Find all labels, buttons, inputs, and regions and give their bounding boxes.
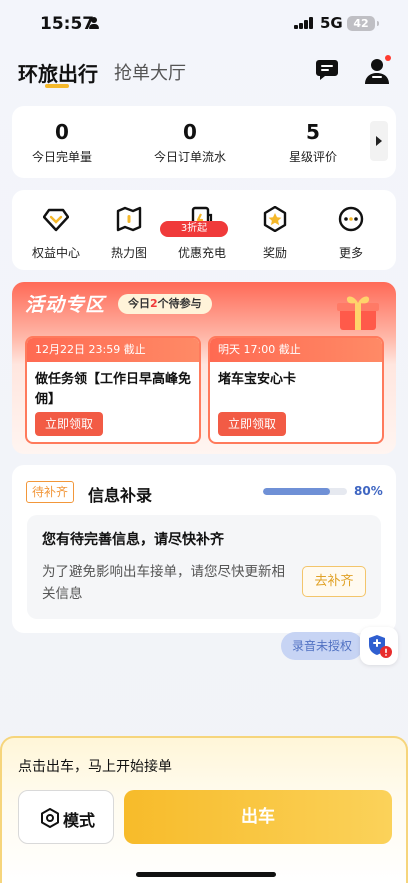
info-notice-box: 您有待完善信息，请尽快补齐 为了避免影响出车接单，请您尽快更新相关信息 去补齐 xyxy=(27,515,381,619)
stat-label: 星级评价 xyxy=(288,150,337,164)
func-label: 更多 xyxy=(338,246,363,260)
map-icon xyxy=(116,206,142,232)
stat-value: 5 xyxy=(306,120,320,144)
stat-label: 今日完单量 xyxy=(31,150,92,164)
activity-title: 活动专区 xyxy=(25,294,106,316)
func-label: 优惠充电 xyxy=(177,246,226,260)
network-label: 5G xyxy=(320,14,343,32)
home-indicator xyxy=(136,872,276,877)
promo-card-task[interactable]: 12月22日 23:59 截止 做任务领【工作日早高峰免佣】 立即领取 xyxy=(25,336,201,444)
info-notice-title: 您有待完善信息，请尽快补齐 xyxy=(42,532,224,548)
pill-prefix: 今日 xyxy=(128,297,150,310)
activity-section: 活动专区 今日2个待参与 12月22日 23:59 截止 做任务领【工作日早高峰… xyxy=(12,282,396,454)
notification-dot xyxy=(385,55,391,61)
shield-alert-icon xyxy=(369,635,392,658)
complete-info-button[interactable]: 去补齐 xyxy=(302,566,366,597)
charging-discount-badge: 3折起 xyxy=(160,221,228,237)
start-hint: 点击出车，马上开始接单 xyxy=(18,759,172,775)
gift-icon xyxy=(337,296,379,330)
tab-order-hall[interactable]: 抢单大厅 xyxy=(114,59,186,85)
diamond-icon xyxy=(42,208,70,232)
tab-underline xyxy=(45,84,69,88)
mode-button[interactable]: 模式 xyxy=(18,790,114,844)
stat-value: 0 xyxy=(183,120,197,144)
signal-icon xyxy=(294,17,314,29)
go-online-button[interactable]: 出车 xyxy=(124,790,392,844)
info-progress-bar xyxy=(263,488,347,495)
star-badge-icon xyxy=(263,205,287,233)
stat-value: 0 xyxy=(55,120,69,144)
promo-title: 做任务领【工作日早高峰免佣】 xyxy=(35,372,192,407)
user-icon[interactable] xyxy=(365,58,389,84)
stats-more-arrow-icon[interactable] xyxy=(370,121,388,161)
info-title: 信息补录 xyxy=(88,486,153,505)
stat-order-revenue[interactable]: 0 今日订单流水 xyxy=(150,120,230,165)
progress-text: 80% xyxy=(354,484,383,498)
pending-tag: 待补齐 xyxy=(26,481,75,503)
activity-pending-pill[interactable]: 今日2个待参与 xyxy=(118,294,212,314)
info-notice-body: 为了避免影响出车接单，请您尽快更新相关信息 xyxy=(42,564,285,602)
promo-card-traffic[interactable]: 明天 17:00 截止 堵车宝安心卡 立即领取 xyxy=(208,336,384,444)
more-icon xyxy=(338,206,364,232)
progress-fill xyxy=(263,488,331,495)
func-heatmap[interactable]: 热力图 xyxy=(94,206,164,261)
recording-permission-chip[interactable]: 录音未授权 xyxy=(281,632,363,660)
func-rewards[interactable]: 奖励 xyxy=(240,205,310,261)
func-benefits[interactable]: 权益中心 xyxy=(21,206,91,261)
promo-deadline: 12月22日 23:59 截止 xyxy=(27,338,199,362)
promo-title: 堵车宝安心卡 xyxy=(218,372,297,387)
battery-icon: 42 xyxy=(347,16,379,31)
stat-star-rating[interactable]: 5 星级评价 xyxy=(282,120,344,165)
func-label: 奖励 xyxy=(262,246,287,260)
func-label: 权益中心 xyxy=(31,246,80,260)
claim-button[interactable]: 立即领取 xyxy=(35,412,104,436)
safety-shield-button[interactable] xyxy=(360,627,398,665)
info-supplement-card: 待补齐 信息补录 80% 您有待完善信息，请尽快补齐 为了避免影响出车接单，请您… xyxy=(12,465,396,633)
hexagon-mode-icon xyxy=(41,808,59,828)
pill-suffix: 个待参与 xyxy=(157,297,202,310)
bottom-panel: 点击出车，马上开始接单 模式 出车 xyxy=(0,736,408,883)
mode-label: 模式 xyxy=(63,811,96,830)
status-bar: 15:57 5G 42 xyxy=(0,0,408,44)
person-icon xyxy=(89,17,99,29)
promo-deadline: 明天 17:00 截止 xyxy=(210,338,382,362)
func-more[interactable]: 更多 xyxy=(316,206,386,261)
stats-card: 0 今日完单量 0 今日订单流水 5 星级评价 xyxy=(12,106,396,178)
pill-count: 2 xyxy=(150,297,158,310)
stat-completed-orders[interactable]: 0 今日完单量 xyxy=(28,120,96,165)
status-time: 15:57 xyxy=(40,14,95,34)
message-icon[interactable] xyxy=(316,60,338,80)
func-label: 热力图 xyxy=(110,246,147,260)
claim-button[interactable]: 立即领取 xyxy=(218,412,287,436)
tab-huanlv[interactable]: 环旅出行 xyxy=(18,58,98,87)
stat-label: 今日订单流水 xyxy=(153,150,226,164)
